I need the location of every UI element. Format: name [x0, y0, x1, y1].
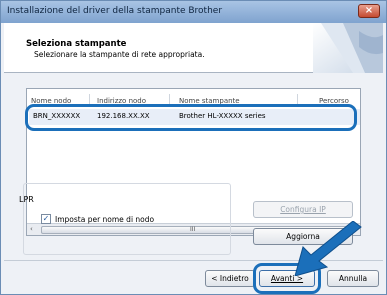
back-label: < Indietro [211, 274, 249, 283]
selected-printer-highlight [25, 104, 357, 131]
close-button[interactable]: × [358, 4, 380, 18]
page-subtitle: Selezionare la stampante di rete appropr… [34, 50, 205, 59]
title-bar[interactable]: Installazione del driver della stampante… [1, 1, 386, 23]
set-by-node-name-checkbox[interactable]: ✓ [41, 214, 51, 224]
wizard-header: Seleziona stampante Selezionare la stamp… [4, 23, 383, 73]
back-button[interactable]: < Indietro [205, 270, 255, 287]
configure-ip-label: Configura IP [280, 205, 326, 214]
close-icon: × [364, 5, 374, 16]
pointer-arrow-icon [294, 221, 362, 276]
configure-ip-button[interactable]: Configura IP [253, 201, 353, 218]
wizard-graphic-icon [313, 23, 383, 73]
page-title: Seleziona stampante [26, 39, 127, 49]
lpr-heading: LPR [19, 195, 34, 204]
installer-window: Installazione del driver della stampante… [0, 0, 387, 295]
window-title: Installazione del driver della stampante… [7, 6, 223, 16]
set-by-node-name-label[interactable]: Imposta per nome di nodo [55, 215, 154, 224]
check-mark-icon: ✓ [42, 214, 50, 223]
